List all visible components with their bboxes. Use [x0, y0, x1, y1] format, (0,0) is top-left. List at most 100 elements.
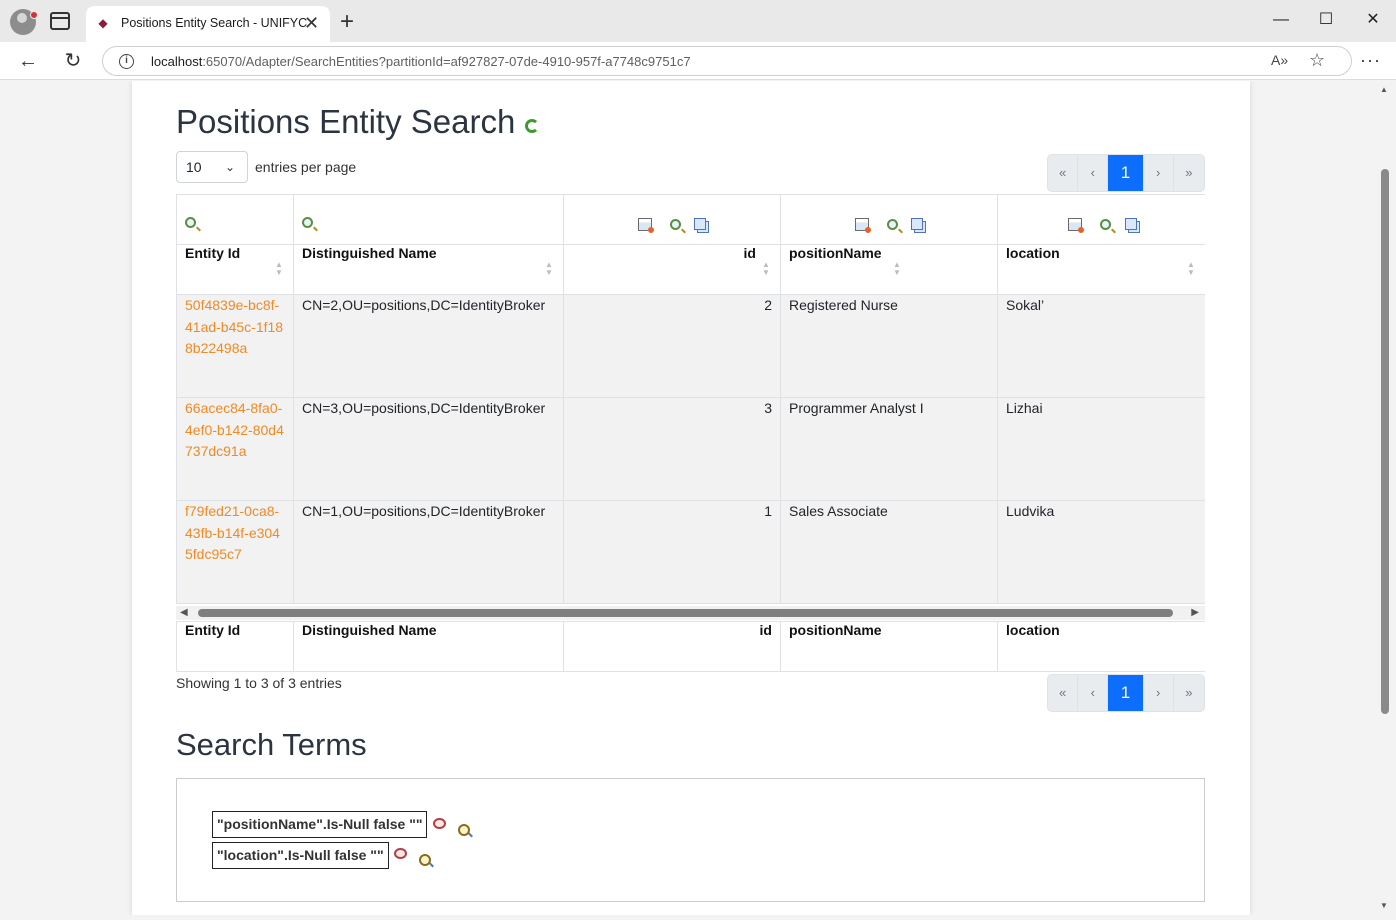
position-name-cell: Programmer Analyst I [780, 397, 998, 501]
notification-dot [30, 11, 38, 19]
magnifier-plus-icon[interactable] [185, 217, 196, 228]
location-cell: Lizhai [997, 397, 1205, 501]
page-vertical-scrollbar[interactable]: ▲ ▼ [1378, 81, 1392, 915]
next-page-button[interactable]: › [1144, 155, 1174, 191]
browser-tab-bar: ◆ Positions Entity Search - UNIFYCo ✕ + … [0, 0, 1396, 42]
favorite-star-icon[interactable]: ☆ [1309, 50, 1325, 71]
minimize-button[interactable]: — [1266, 10, 1296, 30]
refresh-icon[interactable] [525, 119, 539, 133]
page-1-button[interactable]: 1 [1108, 155, 1144, 191]
chevron-down-icon: ⌄ [224, 160, 235, 174]
url-path: :65070/Adapter/SearchEntities?partitionI… [202, 54, 691, 69]
table-settings-icon[interactable] [1068, 217, 1084, 233]
entity-id-link[interactable]: 66acec84-8fa0-4ef0-b142-80d4737dc91a [185, 400, 284, 459]
column-header-label: Distinguished Name [302, 245, 437, 261]
last-page-button[interactable]: » [1174, 155, 1204, 191]
scroll-down-icon[interactable]: ▼ [1380, 901, 1388, 910]
table-settings-icon[interactable] [637, 217, 654, 233]
column-header-label: Entity Id [185, 245, 241, 261]
close-window-button[interactable]: ✕ [1358, 10, 1388, 30]
results-table-scroll: Entity Id ▲ ▼ Distinguished Name ▲ ▼ id ▲ ▼ po… [176, 194, 1205, 606]
magnifier-find-icon[interactable] [458, 823, 471, 836]
scroll-up-icon[interactable]: ▲ [1380, 85, 1388, 94]
scroll-left-icon[interactable]: ◀ [180, 607, 188, 618]
location-cell: Ludvika [997, 500, 1205, 604]
scrollbar-thumb[interactable] [1381, 169, 1389, 714]
search-term[interactable]: "positionName".Is-Null false "" [212, 811, 428, 838]
magnifier-plus-icon[interactable] [886, 218, 898, 230]
column-header-dn[interactable]: Distinguished Name ▲ ▼ [293, 244, 564, 295]
browser-tab-active[interactable]: ◆ Positions Entity Search - UNIFYCo ✕ [86, 6, 330, 42]
search-term[interactable]: "location".Is-Null false "" [212, 842, 389, 869]
footer-label: location [997, 621, 1205, 672]
content-container: Positions Entity Search 10 ⌄ entries per… [132, 81, 1250, 915]
dn-cell: CN=3,OU=positions,DC=IdentityBroker [293, 397, 564, 501]
tab-title: Positions Entity Search - UNIFYCo [121, 16, 307, 30]
magnifier-remove-icon[interactable] [433, 818, 446, 830]
tab-close-icon[interactable]: ✕ [304, 13, 319, 33]
site-favicon-icon: ◆ [98, 16, 108, 30]
footer-label: positionName [780, 621, 998, 672]
column-header-location[interactable]: location ▲ ▼ [997, 244, 1205, 295]
footer-label: id [563, 621, 781, 672]
table-settings-icon[interactable] [854, 217, 871, 233]
sort-icon: ▲ ▼ [1187, 260, 1195, 277]
magnifier-plus-icon[interactable] [1099, 218, 1111, 230]
page-length-select[interactable]: 10 ⌄ [176, 151, 248, 183]
column-header-entity-id[interactable]: Entity Id ▲ ▼ [176, 244, 294, 295]
prev-page-button[interactable]: ‹ [1078, 675, 1109, 711]
table-footer: Entity Id Distinguished Name id position… [176, 621, 1205, 672]
page-viewport: Positions Entity Search 10 ⌄ entries per… [4, 81, 1378, 915]
magnifier-find-icon[interactable] [419, 853, 432, 866]
magnifier-remove-icon[interactable] [394, 848, 407, 860]
location-cell: Sokal’ [997, 294, 1205, 398]
read-aloud-icon[interactable]: A» [1271, 52, 1288, 68]
dn-cell: CN=1,OU=positions,DC=IdentityBroker [293, 500, 564, 604]
column-header-position-name[interactable]: positionName ▲ ▼ [780, 244, 998, 295]
magnifier-plus-icon[interactable] [302, 217, 313, 228]
entity-id-link[interactable]: f79fed21-0ca8-43fb-b14f-e3045fdc95c7 [185, 503, 280, 562]
first-page-button[interactable]: « [1048, 675, 1079, 711]
entity-id-link[interactable]: 50f4839e-bc8f-41ad-b45c-1f188b22498a [185, 297, 283, 356]
table-header-row: Entity Id ▲ ▼ Distinguished Name ▲ ▼ id ▲ ▼ po… [176, 244, 1205, 295]
table-footer-row: Entity Id Distinguished Name id position… [176, 621, 1205, 672]
page-1-button[interactable]: 1 [1108, 675, 1144, 711]
last-page-button[interactable]: » [1174, 675, 1204, 711]
first-page-button[interactable]: « [1048, 155, 1079, 191]
footer-label: Distinguished Name [293, 621, 564, 672]
sort-icon: ▲ ▼ [893, 260, 901, 277]
search-terms-title: Search Terms [176, 727, 367, 762]
scroll-right-icon[interactable]: ▶ [1191, 607, 1199, 618]
id-cell: 1 [563, 500, 781, 604]
table-row: f79fed21-0ca8-43fb-b14f-e3045fdc95c7 CN=… [176, 500, 1205, 604]
new-tab-button[interactable]: + [340, 10, 354, 34]
site-info-icon[interactable]: i [119, 54, 134, 69]
reload-button[interactable]: ↻ [61, 50, 85, 72]
pagination-top: « ‹ 1 › » [1047, 154, 1205, 192]
search-term-actions [394, 845, 432, 866]
column-header-label: location [1006, 245, 1060, 261]
maximize-button[interactable]: ☐ [1311, 10, 1341, 30]
pagination-bottom: « ‹ 1 › » [1047, 674, 1205, 712]
position-name-cell: Registered Nurse [780, 294, 998, 398]
tab-actions-icon[interactable] [50, 12, 70, 30]
copy-icon[interactable] [911, 218, 924, 231]
id-cell: 2 [563, 294, 781, 398]
table-footer-scroll: Entity Id Distinguished Name id position… [176, 621, 1205, 672]
page-length-label: entries per page [255, 159, 357, 175]
url-field[interactable]: i localhost:65070/Adapter/SearchEntities… [102, 46, 1352, 76]
next-page-button[interactable]: › [1144, 675, 1174, 711]
prev-page-button[interactable]: ‹ [1078, 155, 1109, 191]
copy-icon[interactable] [1124, 218, 1137, 231]
table-horizontal-scrollbar[interactable]: ◀ ▶ [176, 606, 1205, 620]
scrollbar-thumb[interactable] [198, 609, 1173, 617]
browser-address-bar: ← ↻ i localhost:65070/Adapter/SearchEnti… [0, 42, 1396, 80]
column-header-label: id [743, 245, 756, 261]
browser-menu-icon[interactable]: ··· [1360, 50, 1381, 71]
magnifier-plus-icon[interactable] [669, 218, 681, 230]
position-name-cell: Sales Associate [780, 500, 998, 604]
footer-label: Entity Id [176, 621, 294, 672]
back-button[interactable]: ← [16, 50, 40, 72]
column-header-id[interactable]: id ▲ ▼ [563, 244, 781, 295]
copy-icon[interactable] [694, 218, 707, 231]
